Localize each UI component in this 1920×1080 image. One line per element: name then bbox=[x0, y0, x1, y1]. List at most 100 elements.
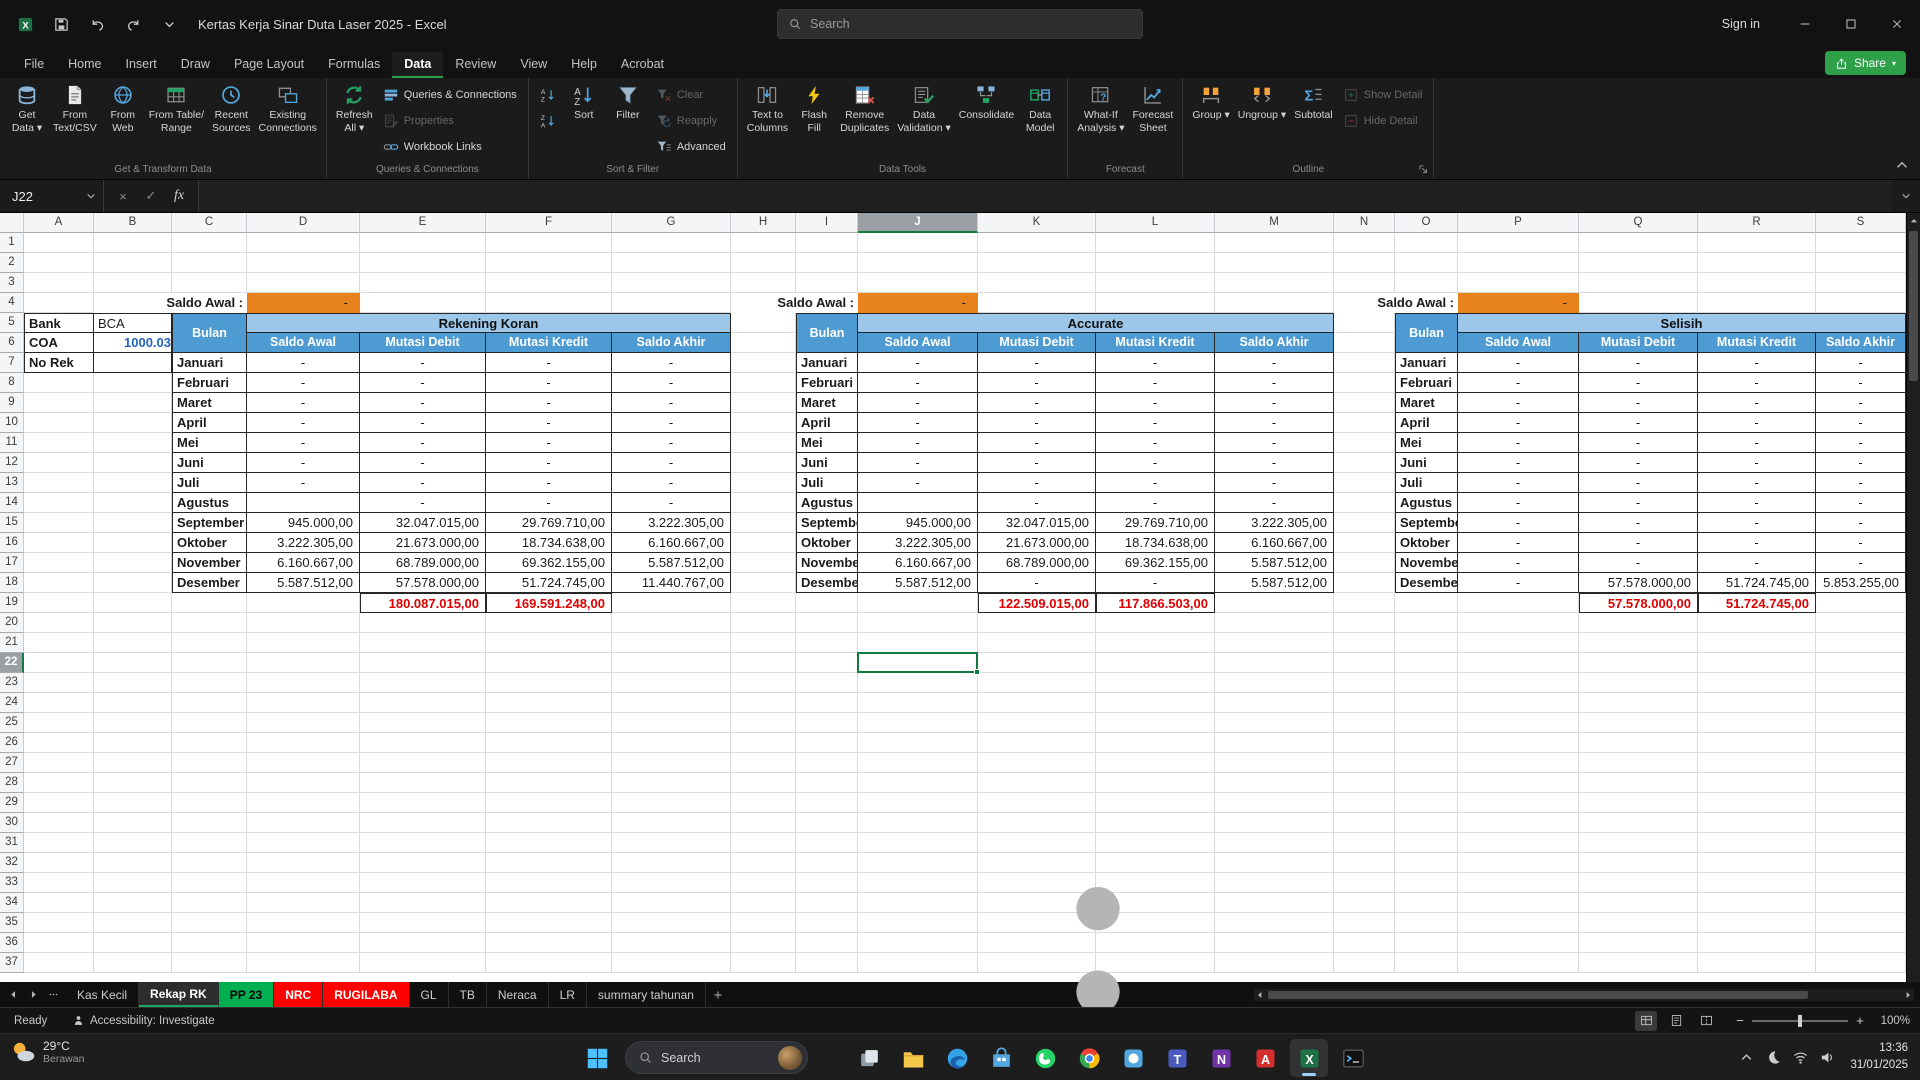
cell-A5[interactable]: Bank bbox=[24, 313, 94, 333]
taskbar-app-excel[interactable]: X bbox=[1290, 1039, 1328, 1077]
ribbon-tab-page-layout[interactable]: Page Layout bbox=[222, 52, 316, 78]
cell-Q7[interactable]: - bbox=[1579, 353, 1698, 373]
column-header-O[interactable]: O bbox=[1395, 213, 1458, 233]
row-header-26[interactable]: 26 bbox=[0, 733, 24, 753]
row-header-3[interactable]: 3 bbox=[0, 273, 24, 293]
cell-L14[interactable]: - bbox=[1096, 493, 1215, 513]
sheet-tab-summary-tahunan[interactable]: summary tahunan bbox=[587, 982, 706, 1007]
row-header-35[interactable]: 35 bbox=[0, 913, 24, 933]
cell-F17[interactable]: 69.362.155,00 bbox=[486, 553, 612, 573]
excel-logo-button[interactable]: X bbox=[10, 9, 40, 39]
taskbar-app-terminal[interactable] bbox=[1334, 1039, 1372, 1077]
column-header-F[interactable]: F bbox=[486, 213, 612, 233]
forecast-sheet-button[interactable]: Forecast Sheet bbox=[1129, 80, 1178, 162]
cell-O15[interactable]: September bbox=[1395, 513, 1458, 533]
cell-K11[interactable]: - bbox=[978, 433, 1096, 453]
cell-E19[interactable]: 180.087.015,00 bbox=[360, 593, 486, 613]
cell-D12[interactable]: - bbox=[247, 453, 360, 473]
cell-R10[interactable]: - bbox=[1698, 413, 1816, 433]
cell-E18[interactable]: 57.578.000,00 bbox=[360, 573, 486, 593]
cell-B5[interactable]: BCA bbox=[94, 313, 172, 333]
vertical-scrollbar[interactable] bbox=[1906, 213, 1920, 982]
cell-S14[interactable]: - bbox=[1816, 493, 1906, 513]
cell-R17[interactable]: - bbox=[1698, 553, 1816, 573]
cell-I16[interactable]: Oktober bbox=[796, 533, 858, 553]
select-all-corner[interactable] bbox=[0, 213, 24, 233]
vertical-scroll-thumb[interactable] bbox=[1909, 231, 1918, 381]
column-header-A[interactable]: A bbox=[24, 213, 94, 233]
scroll-left-icon[interactable] bbox=[1255, 990, 1265, 1000]
cell-C14[interactable]: Agustus bbox=[172, 493, 247, 513]
row-header-37[interactable]: 37 bbox=[0, 953, 24, 973]
cell-J14[interactable] bbox=[858, 493, 978, 513]
row-header-2[interactable]: 2 bbox=[0, 253, 24, 273]
cell-M11[interactable]: - bbox=[1215, 433, 1334, 453]
row-header-18[interactable]: 18 bbox=[0, 573, 24, 593]
advanced-filter-button[interactable]: Advanced bbox=[650, 135, 732, 158]
cell-P6[interactable]: Saldo Awal bbox=[1458, 333, 1579, 353]
cell-F18[interactable]: 51.724.745,00 bbox=[486, 573, 612, 593]
zoom-level[interactable]: 100% bbox=[1872, 1015, 1910, 1027]
cell-Q16[interactable]: - bbox=[1579, 533, 1698, 553]
cell-R12[interactable]: - bbox=[1698, 453, 1816, 473]
cell-F9[interactable]: - bbox=[486, 393, 612, 413]
scroll-up-button[interactable] bbox=[1907, 213, 1920, 229]
zoom-in-button[interactable]: + bbox=[1855, 1013, 1865, 1028]
cell-F11[interactable]: - bbox=[486, 433, 612, 453]
taskbar-app-microsoft-store[interactable] bbox=[982, 1039, 1020, 1077]
row-header-16[interactable]: 16 bbox=[0, 533, 24, 553]
cell-G17[interactable]: 5.587.512,00 bbox=[612, 553, 731, 573]
redo-button[interactable] bbox=[118, 9, 148, 39]
cell-G10[interactable]: - bbox=[612, 413, 731, 433]
cell-F6[interactable]: Mutasi Kredit bbox=[486, 333, 612, 353]
row-header-7[interactable]: 7 bbox=[0, 353, 24, 373]
focus-assist-icon[interactable] bbox=[1765, 1049, 1782, 1066]
ungroup-button[interactable]: Ungroup ▾ bbox=[1234, 80, 1290, 162]
cell-C9[interactable]: Maret bbox=[172, 393, 247, 413]
column-header-D[interactable]: D bbox=[247, 213, 360, 233]
titlebar-search[interactable]: Search bbox=[777, 9, 1143, 39]
cell-Q6[interactable]: Mutasi Debit bbox=[1579, 333, 1698, 353]
cell-K16[interactable]: 21.673.000,00 bbox=[978, 533, 1096, 553]
cell-J8[interactable]: - bbox=[858, 373, 978, 393]
cell-K19[interactable]: 122.509.015,00 bbox=[978, 593, 1096, 613]
hidden-icons-chevron-icon[interactable] bbox=[1738, 1049, 1755, 1066]
column-header-Q[interactable]: Q bbox=[1579, 213, 1698, 233]
cell-O7[interactable]: Januari bbox=[1395, 353, 1458, 373]
cell-Q12[interactable]: - bbox=[1579, 453, 1698, 473]
cell-P12[interactable]: - bbox=[1458, 453, 1579, 473]
cell-Q10[interactable]: - bbox=[1579, 413, 1698, 433]
cell-L18[interactable]: - bbox=[1096, 573, 1215, 593]
ribbon-tab-review[interactable]: Review bbox=[443, 52, 508, 78]
cell-P5[interactable]: Selisih bbox=[1458, 313, 1906, 333]
cell-H4[interactable]: Saldo Awal : bbox=[731, 293, 858, 313]
cell-J9[interactable]: - bbox=[858, 393, 978, 413]
close-button[interactable] bbox=[1874, 0, 1920, 48]
cell-B4[interactable]: Saldo Awal : bbox=[94, 293, 247, 313]
column-header-J[interactable]: J bbox=[858, 213, 978, 233]
row-header-17[interactable]: 17 bbox=[0, 553, 24, 573]
cell-I18[interactable]: Desember bbox=[796, 573, 858, 593]
cell-Q18[interactable]: 57.578.000,00 bbox=[1579, 573, 1698, 593]
cell-E15[interactable]: 32.047.015,00 bbox=[360, 513, 486, 533]
cell-F13[interactable]: - bbox=[486, 473, 612, 493]
row-header-6[interactable]: 6 bbox=[0, 333, 24, 353]
undo-button[interactable] bbox=[82, 9, 112, 39]
cell-E13[interactable]: - bbox=[360, 473, 486, 493]
cell-S18[interactable]: 5.853.255,00 bbox=[1816, 573, 1906, 593]
sheet-tab-tb[interactable]: TB bbox=[449, 982, 487, 1007]
ribbon-tab-home[interactable]: Home bbox=[56, 52, 113, 78]
cell-O17[interactable]: November bbox=[1395, 553, 1458, 573]
row-header-20[interactable]: 20 bbox=[0, 613, 24, 633]
sheet-tab-neraca[interactable]: Neraca bbox=[487, 982, 549, 1007]
subtotal-button[interactable]: ΣSubtotal bbox=[1290, 80, 1337, 162]
column-header-P[interactable]: P bbox=[1458, 213, 1579, 233]
row-header-8[interactable]: 8 bbox=[0, 373, 24, 393]
taskbar-app-whatsapp[interactable] bbox=[1026, 1039, 1064, 1077]
cell-J5[interactable]: Accurate bbox=[858, 313, 1334, 333]
row-header-21[interactable]: 21 bbox=[0, 633, 24, 653]
column-header-G[interactable]: G bbox=[612, 213, 731, 233]
taskbar-app-photos[interactable] bbox=[1114, 1039, 1152, 1077]
wifi-icon[interactable] bbox=[1792, 1049, 1809, 1066]
cell-F8[interactable]: - bbox=[486, 373, 612, 393]
